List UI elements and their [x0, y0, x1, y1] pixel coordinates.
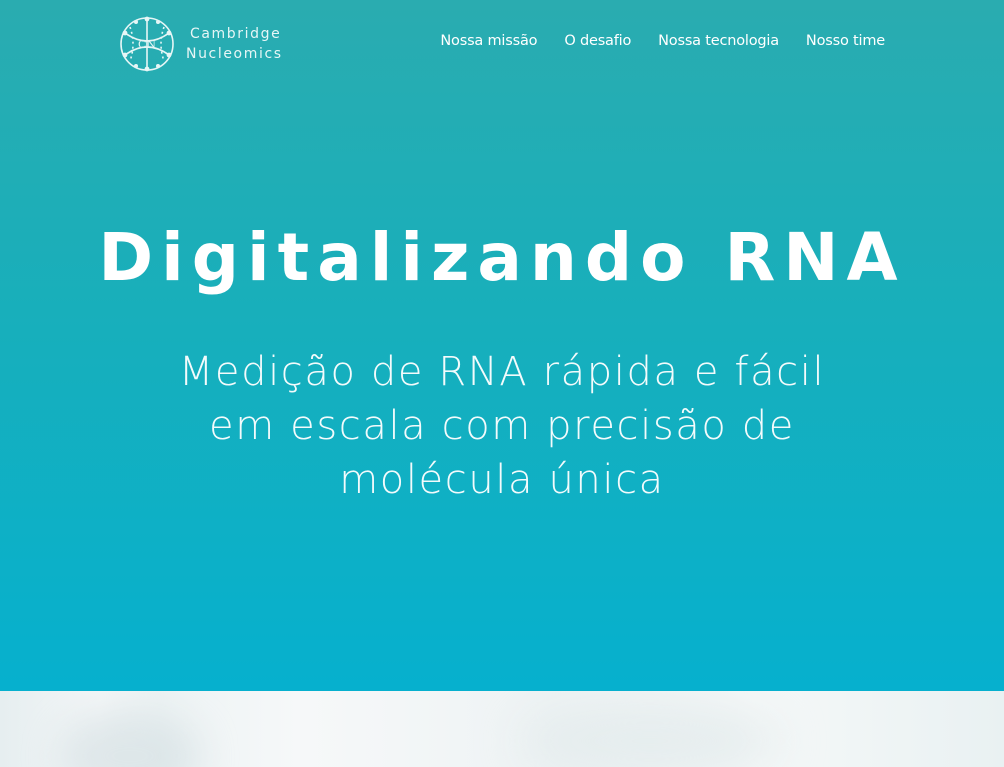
nav-link-nosso-time[interactable]: Nosso time	[806, 33, 885, 49]
next-section-image	[0, 691, 1004, 767]
background-blur-shape	[520, 701, 780, 767]
hero-subtitle: Medição de RNA rápida e fácil em escala …	[152, 345, 852, 507]
nav-link-o-desafio[interactable]: O desafio	[564, 33, 631, 49]
nav-link-nossa-missao[interactable]: Nossa missão	[440, 33, 537, 49]
logo-dna-icon: CN	[120, 16, 174, 72]
site-header: CN Cambridge Nucleomics Nossa missão O d…	[0, 0, 1004, 86]
logo-line-2: Nucleomics	[186, 46, 283, 62]
logo-link[interactable]: CN Cambridge Nucleomics	[116, 13, 283, 75]
page: CN Cambridge Nucleomics Nossa missão O d…	[0, 0, 1004, 767]
background-blur-shape	[60, 711, 200, 767]
nav-link-nossa-tecnologia[interactable]: Nossa tecnologia	[658, 33, 779, 49]
logo-monogram: CN	[138, 38, 156, 51]
logo-wordmark: Cambridge Nucleomics	[186, 24, 283, 64]
hero-subtitle-line-3: molécula única	[339, 457, 665, 503]
hero-subtitle-line-1: Medição de RNA rápida e fácil	[178, 349, 826, 395]
logo-line-1: Cambridge	[190, 26, 282, 42]
hero-subtitle-line-2: em escala com precisão de	[209, 403, 795, 449]
main-nav: Nossa missão O desafio Nossa tecnologia …	[440, 33, 885, 49]
hero-title: Digitalizando RNA	[98, 219, 906, 296]
hero-section: CN Cambridge Nucleomics Nossa missão O d…	[0, 0, 1004, 691]
